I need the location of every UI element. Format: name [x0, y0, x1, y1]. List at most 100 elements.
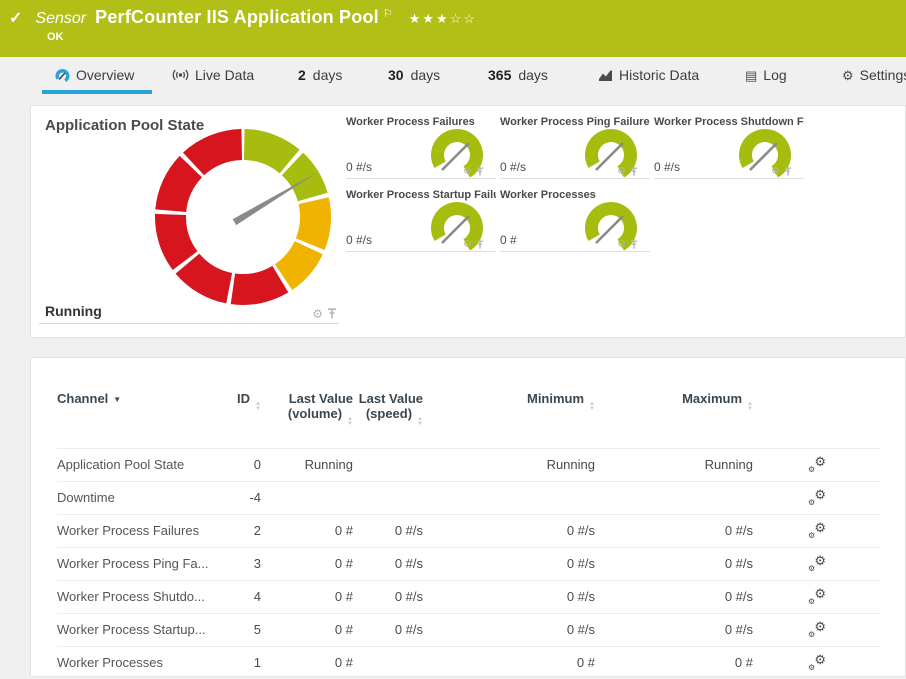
gauge-settings-gear-icon[interactable]: ⚙	[617, 240, 626, 250]
channel-settings-gears-icon[interactable]: ⚙⚙	[808, 588, 826, 603]
pin-icon[interactable]	[476, 167, 484, 177]
tab-label: days	[518, 67, 548, 83]
tab-number: 30	[388, 67, 404, 83]
gauge-overview-card: Application Pool State Running ⚙ Worker …	[30, 105, 906, 338]
active-tab-underline	[42, 90, 152, 94]
tab-overview[interactable]: Overview	[55, 67, 134, 83]
object-kind-label: Sensor	[35, 10, 86, 28]
cell-id: 0	[231, 448, 261, 481]
tab-2-days[interactable]: 2days	[298, 67, 342, 83]
cell-id: 5	[231, 613, 261, 646]
table-row: Worker Processes10 #0 #0 #⚙⚙	[57, 646, 881, 679]
tab-log[interactable]: ▤ Log	[745, 67, 787, 83]
column-header-id[interactable]: ID▲▼	[231, 391, 261, 448]
mini-gauge-panel: Worker Processes0 #⚙	[500, 189, 650, 252]
cell-speed: 0 #/s	[353, 514, 423, 547]
live-icon	[172, 68, 189, 82]
pin-icon[interactable]	[476, 240, 484, 250]
tab-label: Live Data	[195, 67, 254, 83]
tab-historic-data[interactable]: Historic Data	[598, 67, 699, 83]
cell-speed	[353, 646, 423, 679]
gauge-settings-gear-icon[interactable]: ⚙	[463, 167, 472, 177]
cell-max	[595, 481, 753, 514]
cell-id: 2	[231, 514, 261, 547]
channel-settings-gears-icon[interactable]: ⚙⚙	[808, 555, 826, 570]
cell-settings: ⚙⚙	[753, 481, 881, 514]
cell-channel: Worker Process Startup...	[57, 613, 231, 646]
cell-vol: 0 #	[261, 646, 353, 679]
mini-gauge-panel: Worker Process Shutdown Fa...0 #/s⚙	[654, 116, 804, 179]
mini-gauge-panel: Worker Process Ping Failures0 #/s⚙	[500, 116, 650, 179]
channel-settings-gears-icon[interactable]: ⚙⚙	[808, 522, 826, 537]
column-label: Maximum	[682, 391, 742, 406]
cell-channel: Application Pool State	[57, 448, 231, 481]
table-row: Worker Process Shutdo...40 #0 #/s0 #/s0 …	[57, 580, 881, 613]
tab-number: 365	[488, 67, 511, 83]
cell-max: 0 #	[595, 646, 753, 679]
tab-label: days	[313, 67, 343, 83]
column-label: Last Value	[359, 391, 423, 406]
log-icon: ▤	[745, 69, 757, 82]
column-label: Last Value	[289, 391, 353, 406]
mini-gauge-title: Worker Process Ping Failures	[500, 116, 650, 128]
channel-settings-gears-icon[interactable]: ⚙⚙	[808, 621, 826, 636]
tab-365-days[interactable]: 365 days	[488, 67, 548, 83]
column-sublabel: (volume)	[288, 406, 342, 421]
cell-max: 0 #/s	[595, 514, 753, 547]
cell-channel: Worker Process Failures	[57, 514, 231, 547]
cell-max: 0 #/s	[595, 613, 753, 646]
channel-settings-gears-icon[interactable]: ⚙⚙	[808, 654, 826, 669]
sort-both-icon: ▲▼	[417, 417, 423, 427]
column-header-minimum[interactable]: Minimum▲▼	[423, 391, 595, 448]
sort-both-icon: ▲▼	[255, 402, 261, 412]
cell-id: 3	[231, 547, 261, 580]
cell-id: 4	[231, 580, 261, 613]
tab-label: Log	[763, 67, 786, 83]
gauge-settings-gear-icon[interactable]: ⚙	[617, 167, 626, 177]
tab-label: Settings	[860, 67, 906, 83]
status-ok-check-icon: ✓	[9, 8, 22, 28]
priority-stars[interactable]: ★★★☆☆	[409, 11, 477, 27]
tab-settings[interactable]: ⚙Settings	[842, 67, 906, 83]
pin-icon[interactable]	[327, 308, 337, 320]
application-pool-state-gauge	[148, 122, 338, 312]
channel-settings-gears-icon[interactable]: ⚙⚙	[808, 489, 826, 504]
gauge-settings-gear-icon[interactable]: ⚙	[312, 308, 323, 320]
cell-min: Running	[423, 448, 595, 481]
tab-live-data[interactable]: Live Data	[172, 67, 254, 83]
pin-icon[interactable]	[630, 240, 638, 250]
main-gauge-footer: Running ⚙	[39, 300, 339, 324]
cell-max: 0 #/s	[595, 547, 753, 580]
cell-channel: Worker Process Ping Fa...	[57, 547, 231, 580]
gauge-settings-gear-icon[interactable]: ⚙	[771, 167, 780, 177]
cell-vol: 0 #	[261, 514, 353, 547]
gauge-segment-yellow	[296, 197, 331, 250]
cell-min: 0 #	[423, 646, 595, 679]
pin-icon[interactable]	[784, 167, 792, 177]
column-label: Channel	[57, 391, 108, 406]
table-row: Downtime-4 ⚙⚙	[57, 481, 881, 514]
channel-table-card: Channel▼ID▲▼Last Value(volume)▲▼Last Val…	[30, 357, 906, 677]
cell-speed: 0 #/s	[353, 547, 423, 580]
mini-gauge-panel: Worker Process Failures0 #/s⚙	[346, 116, 496, 179]
mini-gauge-panel: Worker Process Startup Failu...0 #/s⚙	[346, 189, 496, 252]
cell-channel: Downtime	[57, 481, 231, 514]
sort-both-icon: ▲▼	[589, 402, 595, 412]
pin-icon[interactable]	[630, 167, 638, 177]
column-header-maximum[interactable]: Maximum▲▼	[595, 391, 753, 448]
column-header-channel[interactable]: Channel▼	[57, 391, 231, 448]
column-header-last-value[interactable]: Last Value(speed) ▲▼	[353, 391, 423, 448]
status-badge: OK	[47, 31, 64, 43]
cell-max: Running	[595, 448, 753, 481]
cell-id: -4	[231, 481, 261, 514]
column-sublabel: (speed)	[366, 406, 412, 421]
column-header-last-value[interactable]: Last Value(volume) ▲▼	[261, 391, 353, 448]
mini-gauge-title: Worker Process Failures	[346, 116, 496, 128]
gauge-settings-gear-icon[interactable]: ⚙	[463, 240, 472, 250]
cell-min: 0 #/s	[423, 547, 595, 580]
mini-gauge-title: Worker Process Startup Failu...	[346, 189, 496, 201]
channel-settings-gears-icon[interactable]: ⚙⚙	[808, 456, 826, 471]
tab-30-days[interactable]: 30days	[388, 67, 440, 83]
flag-icon[interactable]: ⚐	[383, 7, 393, 20]
sort-both-icon: ▲▼	[347, 417, 353, 427]
